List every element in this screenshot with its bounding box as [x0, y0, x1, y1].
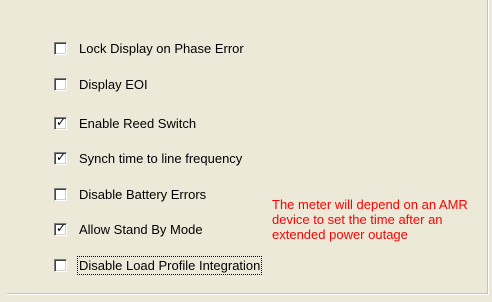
- checkbox-label[interactable]: Disable Battery Errors: [79, 186, 206, 203]
- checkbox-box[interactable]: ✓: [54, 115, 67, 130]
- synch-time-to-line-frequency-checkbox[interactable]: ✓ Synch time to line frequency: [54, 150, 242, 167]
- checkbox-box[interactable]: [54, 78, 67, 91]
- checkbox-box[interactable]: [54, 259, 67, 272]
- disable-load-profile-integration-checkbox[interactable]: Disable Load Profile Integration: [54, 256, 263, 275]
- allow-stand-by-mode-checkbox[interactable]: ✓ Allow Stand By Mode: [54, 221, 203, 238]
- display-eoi-checkbox[interactable]: Display EOI: [54, 76, 148, 93]
- checkbox-label[interactable]: Display EOI: [79, 76, 148, 93]
- check-mark-icon: ✓: [56, 115, 67, 129]
- checkbox-label[interactable]: Enable Reed Switch: [79, 115, 196, 132]
- disable-battery-errors-checkbox[interactable]: Disable Battery Errors: [54, 186, 206, 203]
- check-mark-icon: ✓: [56, 150, 67, 164]
- amr-warning-note: The meter will depend on an AMR device t…: [272, 197, 468, 242]
- enable-reed-switch-checkbox[interactable]: ✓ Enable Reed Switch: [54, 115, 196, 132]
- lock-display-on-phase-error-checkbox[interactable]: Lock Display on Phase Error: [54, 40, 244, 57]
- checkbox-box[interactable]: [54, 188, 67, 201]
- checkbox-box[interactable]: ✓: [54, 150, 67, 165]
- checkbox-label[interactable]: Allow Stand By Mode: [79, 221, 203, 238]
- checkbox-box[interactable]: [54, 42, 67, 55]
- checkbox-box[interactable]: ✓: [54, 221, 67, 236]
- check-mark-icon: ✓: [56, 221, 67, 235]
- checkbox-label[interactable]: Disable Load Profile Integration: [76, 256, 263, 275]
- checkbox-label[interactable]: Lock Display on Phase Error: [79, 40, 244, 57]
- checkbox-label[interactable]: Synch time to line frequency: [79, 150, 242, 167]
